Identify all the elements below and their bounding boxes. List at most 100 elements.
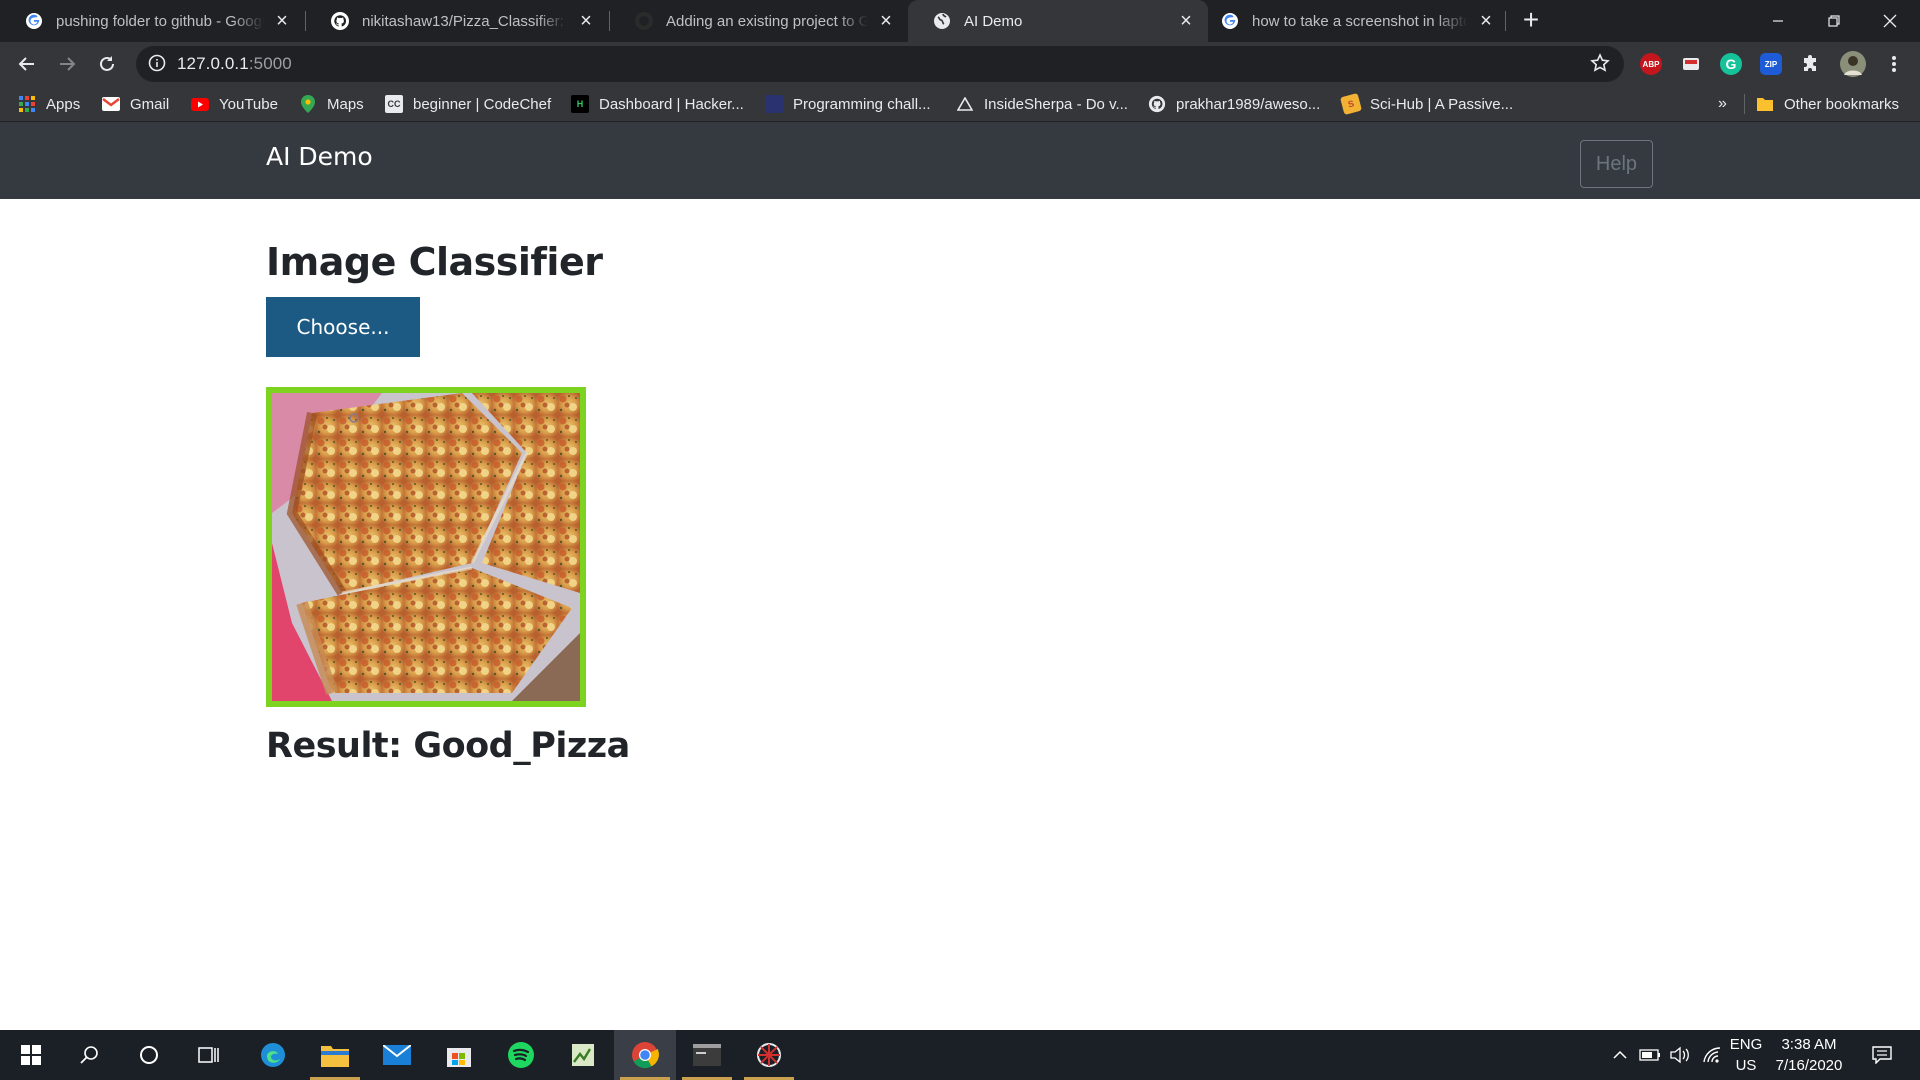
adblock-label: ABP bbox=[1642, 59, 1660, 69]
close-window-icon[interactable] bbox=[1862, 0, 1918, 42]
profile-avatar[interactable] bbox=[1840, 51, 1866, 77]
bookmark-insidesherpa[interactable]: InsideSherpa - Do v... bbox=[956, 86, 1128, 122]
file-explorer-icon[interactable] bbox=[304, 1030, 366, 1080]
new-tab-button[interactable]: + bbox=[1517, 6, 1545, 35]
bookmark-youtube[interactable]: YouTube bbox=[191, 86, 278, 122]
folder-icon bbox=[1756, 95, 1774, 113]
task-view-icon[interactable] bbox=[178, 1030, 240, 1080]
close-tab-icon[interactable]: × bbox=[874, 9, 898, 33]
chrome-icon[interactable] bbox=[614, 1030, 676, 1080]
apps-grid-icon bbox=[18, 95, 36, 113]
bookmark-label: Gmail bbox=[130, 95, 170, 113]
tab-pizza-classifier-repo[interactable]: nikitashaw13/Pizza_Classifier: Thi × bbox=[306, 0, 608, 42]
region-code: US bbox=[1735, 1057, 1757, 1074]
adblock-plus-icon[interactable]: ABP bbox=[1640, 53, 1662, 75]
store-icon[interactable] bbox=[428, 1030, 490, 1080]
bookmark-codechef[interactable]: CC beginner | CodeChef bbox=[385, 86, 551, 122]
choose-file-button[interactable]: Choose... bbox=[266, 297, 420, 357]
google-icon bbox=[24, 11, 44, 31]
bookmark-label: Maps bbox=[327, 95, 364, 113]
tab-pushing-folder[interactable]: pushing folder to github - Googl × bbox=[0, 0, 304, 42]
close-tab-icon[interactable]: × bbox=[1174, 9, 1198, 33]
hackerrank-icon: H bbox=[571, 95, 589, 113]
navbar-brand[interactable]: AI Demo bbox=[266, 142, 373, 171]
browser-toolbar: 127.0.0.1:5000 ABP G ZIP bbox=[0, 42, 1920, 86]
edge-browser-icon[interactable] bbox=[242, 1030, 304, 1080]
close-tab-icon[interactable]: × bbox=[270, 9, 294, 33]
search-icon[interactable] bbox=[58, 1030, 120, 1080]
classification-result: Result: Good_Pizza bbox=[266, 726, 630, 766]
cortana-icon[interactable] bbox=[118, 1030, 180, 1080]
wifi-icon[interactable] bbox=[1698, 1030, 1726, 1080]
tab-screenshot-laptop[interactable]: how to take a screenshot in lapto × bbox=[1208, 0, 1508, 42]
minimize-icon[interactable] bbox=[1750, 0, 1806, 42]
bookmark-label: InsideSherpa - Do v... bbox=[984, 95, 1128, 113]
page-title: Image Classifier bbox=[266, 240, 603, 284]
spotify-icon[interactable] bbox=[490, 1030, 552, 1080]
bookmarks-overflow-button[interactable]: » bbox=[1718, 86, 1727, 122]
extensions-puzzle-icon[interactable] bbox=[1800, 53, 1822, 75]
tab-ai-demo[interactable]: AI Demo × bbox=[908, 0, 1208, 42]
pizza-image bbox=[272, 393, 580, 701]
terminal-icon[interactable] bbox=[676, 1030, 738, 1080]
scihub-icon: S bbox=[1339, 92, 1363, 116]
bookmark-apps[interactable]: Apps bbox=[18, 86, 80, 122]
app-chart-icon[interactable] bbox=[552, 1030, 614, 1080]
battery-icon[interactable] bbox=[1636, 1030, 1664, 1080]
menu-kebab-icon[interactable] bbox=[1883, 53, 1905, 75]
overflow-chevron: » bbox=[1718, 95, 1727, 112]
bookmark-prakhar-awesome[interactable]: prakhar1989/aweso... bbox=[1148, 86, 1320, 122]
tab-separator bbox=[1505, 11, 1506, 31]
zip-label: ZIP bbox=[1764, 59, 1778, 69]
bookmark-hackerrank[interactable]: H Dashboard | Hacker... bbox=[571, 86, 744, 122]
zip-extension-icon[interactable]: ZIP bbox=[1760, 53, 1782, 75]
app-network-icon[interactable] bbox=[738, 1030, 800, 1080]
windows-start-icon[interactable] bbox=[0, 1030, 62, 1080]
grammarly-icon[interactable]: G bbox=[1720, 53, 1742, 75]
bookmark-other-folder[interactable]: Other bookmarks bbox=[1756, 86, 1899, 122]
close-tab-icon[interactable]: × bbox=[574, 9, 598, 33]
tab-adding-existing-project[interactable]: Adding an existing project to GitH × bbox=[610, 0, 908, 42]
tray-overflow-chevron-icon[interactable] bbox=[1608, 1030, 1632, 1080]
bookmark-label: Sci-Hub | A Passive... bbox=[1370, 95, 1514, 113]
web-page: AI Demo Help Image Classifier Choose... bbox=[0, 122, 1920, 1030]
tab-title: Adding an existing project to GitH bbox=[666, 12, 868, 30]
cast-extension-icon[interactable] bbox=[1680, 53, 1702, 75]
bookmark-programming-challenges[interactable]: Programming chall... bbox=[765, 86, 931, 122]
bookmark-scihub[interactable]: S Sci-Hub | A Passive... bbox=[1339, 86, 1514, 122]
system-clock[interactable]: 3:38 AM 7/16/2020 bbox=[1762, 1034, 1856, 1076]
bookmark-maps[interactable]: Maps bbox=[299, 86, 364, 122]
language-indicator[interactable]: ENG US bbox=[1728, 1034, 1764, 1076]
restore-icon[interactable] bbox=[1806, 0, 1862, 42]
url-text: 127.0.0.1:5000 bbox=[177, 54, 292, 74]
github-icon bbox=[634, 11, 654, 31]
bookmark-label: Dashboard | Hacker... bbox=[599, 95, 744, 113]
tab-title: nikitashaw13/Pizza_Classifier: Thi bbox=[362, 12, 568, 30]
browser-window: { "browser": { "tabs": [ {"title": "push… bbox=[0, 0, 1920, 1080]
tab-title: pushing folder to github - Googl bbox=[56, 12, 264, 30]
url-port: :5000 bbox=[248, 54, 292, 73]
back-icon[interactable] bbox=[11, 48, 43, 80]
address-bar[interactable]: 127.0.0.1:5000 bbox=[136, 46, 1624, 82]
info-icon[interactable] bbox=[148, 54, 168, 74]
forward-icon[interactable] bbox=[51, 48, 83, 80]
tab-strip: pushing folder to github - Googl × nikit… bbox=[0, 0, 1920, 42]
bookmark-page-icon bbox=[765, 95, 783, 113]
bookmark-gmail[interactable]: Gmail bbox=[102, 86, 169, 122]
language-code: ENG bbox=[1729, 1036, 1763, 1053]
uploaded-image-preview bbox=[266, 387, 586, 707]
reload-icon[interactable] bbox=[91, 48, 123, 80]
volume-icon[interactable] bbox=[1666, 1030, 1694, 1080]
bookmark-star-icon[interactable] bbox=[1590, 53, 1612, 75]
notifications-icon[interactable] bbox=[1864, 1030, 1900, 1080]
codechef-icon: CC bbox=[385, 95, 403, 113]
gmail-icon bbox=[102, 95, 120, 113]
clock-time: 3:38 AM bbox=[1781, 1036, 1837, 1053]
close-tab-icon[interactable]: × bbox=[1474, 9, 1498, 33]
url-host: 127.0.0.1 bbox=[177, 54, 249, 73]
help-button[interactable]: Help bbox=[1580, 140, 1653, 188]
bookmark-label: beginner | CodeChef bbox=[413, 95, 552, 113]
mail-icon[interactable] bbox=[366, 1030, 428, 1080]
google-icon bbox=[1220, 11, 1240, 31]
app-navbar: AI Demo Help bbox=[0, 122, 1920, 199]
